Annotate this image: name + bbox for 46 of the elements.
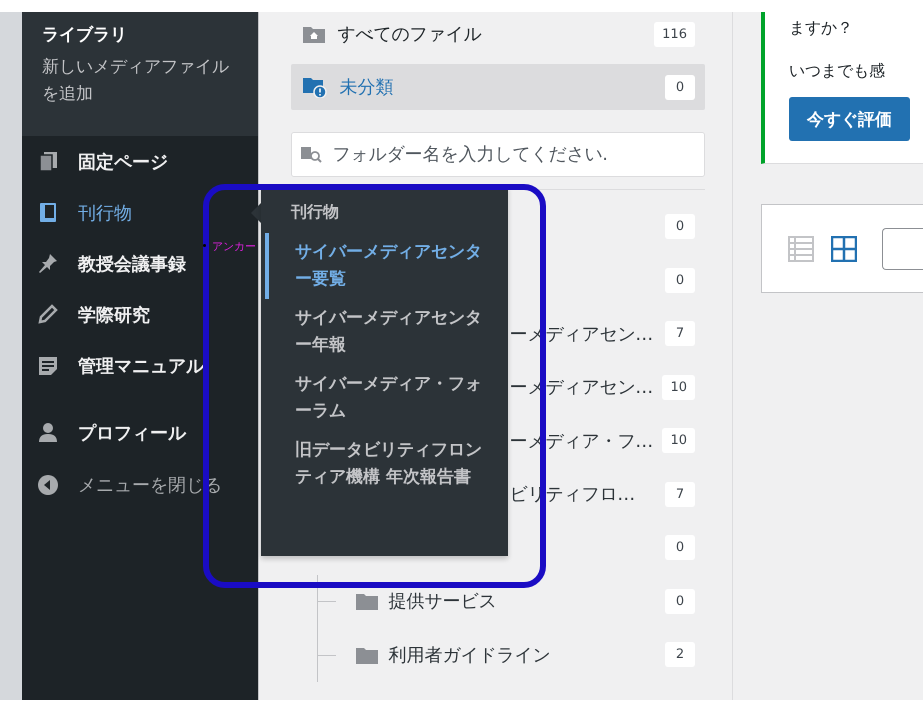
menu-item[interactable]: プロフィール bbox=[22, 407, 190, 458]
count-badge: 7 bbox=[664, 482, 695, 507]
pencil-icon bbox=[38, 304, 58, 325]
notice-text: いつまでも感 bbox=[788, 60, 886, 82]
document-icon bbox=[38, 355, 58, 376]
search-field[interactable]: フォルダー名を入力してください. bbox=[291, 132, 705, 177]
flyout-item[interactable]: サイバーメディアセンター要覧 bbox=[265, 233, 488, 299]
flyout-item[interactable]: サイバーメディア・フォーラム bbox=[265, 365, 488, 431]
folder-item[interactable]: 未分類 0 bbox=[291, 64, 705, 110]
list-view-icon[interactable] bbox=[788, 236, 814, 262]
search-folder-icon bbox=[301, 145, 324, 163]
pin-icon bbox=[38, 253, 58, 274]
user-icon bbox=[38, 422, 58, 443]
count-badge: 0 bbox=[664, 74, 695, 100]
menu-item[interactable]: 教授会議事録 bbox=[22, 238, 190, 289]
collapse-icon bbox=[38, 474, 58, 494]
flyout-item[interactable]: 旧データビリティフロンティア機構 年次報告書 bbox=[265, 431, 488, 497]
home-folder-icon bbox=[303, 25, 326, 43]
annotation-label: アンカー bbox=[212, 239, 256, 254]
flyout-item[interactable]: サイバーメディアセンター年報 bbox=[265, 299, 488, 365]
folder-name[interactable]: 利用者ガイドライン bbox=[388, 642, 550, 667]
count-badge: 0 bbox=[664, 268, 695, 293]
select-field[interactable] bbox=[882, 228, 923, 270]
count-badge: 116 bbox=[654, 22, 695, 46]
count-badge: 0 bbox=[664, 588, 695, 614]
submenu-title[interactable]: ライブラリ bbox=[42, 22, 242, 48]
rate-button[interactable]: 今すぐ評価 bbox=[788, 97, 910, 141]
menu-item[interactable]: 管理マニュアル bbox=[22, 340, 208, 391]
count-badge: 0 bbox=[664, 214, 695, 240]
menu-item[interactable]: 刊行物 bbox=[22, 187, 136, 238]
menu-item[interactable]: 学際研究 bbox=[22, 289, 154, 340]
count-badge: 10 bbox=[662, 374, 695, 400]
folder-name[interactable]: 提供サービス bbox=[388, 589, 496, 614]
submenu-item[interactable]: 新しいメディアファイルを追加 bbox=[42, 54, 242, 108]
count-badge: 2 bbox=[664, 642, 695, 668]
grid-view-icon[interactable] bbox=[830, 236, 857, 262]
notice-text: ますか？ bbox=[788, 17, 854, 39]
alert-folder-icon bbox=[303, 76, 328, 98]
count-badge: 10 bbox=[662, 428, 695, 454]
count-badge: 7 bbox=[664, 321, 695, 346]
book-icon bbox=[38, 202, 58, 223]
folder-item[interactable]: すべてのファイル 116 bbox=[291, 12, 705, 56]
pages-icon bbox=[38, 151, 58, 172]
flyout-title: 刊行物 bbox=[290, 202, 340, 223]
menu-item[interactable]: 固定ページ bbox=[22, 136, 172, 187]
count-badge: 0 bbox=[664, 535, 695, 560]
